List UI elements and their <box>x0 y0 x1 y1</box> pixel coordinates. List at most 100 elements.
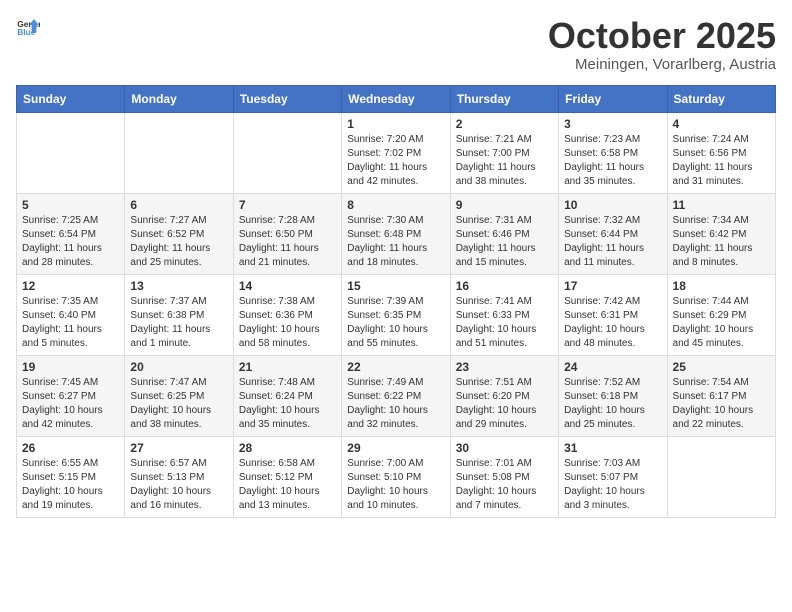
day-number: 29 <box>347 441 444 455</box>
day-number: 22 <box>347 360 444 374</box>
day-info: Sunrise: 7:54 AMSunset: 6:17 PMDaylight:… <box>673 376 770 432</box>
day-number: 23 <box>456 360 553 374</box>
day-number: 6 <box>130 198 227 212</box>
day-info: Sunrise: 7:27 AMSunset: 6:52 PMDaylight:… <box>130 214 227 270</box>
page-title: October 2025 <box>548 16 776 56</box>
day-info: Sunrise: 7:52 AMSunset: 6:18 PMDaylight:… <box>564 376 661 432</box>
calendar-cell: 13 Sunrise: 7:37 AMSunset: 6:38 PMDayligh… <box>125 274 233 355</box>
day-number: 1 <box>347 117 444 131</box>
day-info: Sunrise: 7:48 AMSunset: 6:24 PMDaylight:… <box>239 376 336 432</box>
day-info: Sunrise: 7:45 AMSunset: 6:27 PMDaylight:… <box>22 376 119 432</box>
day-info: Sunrise: 7:01 AMSunset: 5:08 PMDaylight:… <box>456 457 553 513</box>
weekday-header: Wednesday <box>342 85 450 112</box>
title-block: October 2025 Meiningen, Vorarlberg, Aust… <box>548 16 776 73</box>
day-number: 20 <box>130 360 227 374</box>
calendar-week-row: 1 Sunrise: 7:20 AMSunset: 7:02 PMDaylight… <box>17 112 776 193</box>
calendar-cell: 21 Sunrise: 7:48 AMSunset: 6:24 PMDayligh… <box>233 355 341 436</box>
day-info: Sunrise: 7:41 AMSunset: 6:33 PMDaylight:… <box>456 295 553 351</box>
day-info: Sunrise: 7:51 AMSunset: 6:20 PMDaylight:… <box>456 376 553 432</box>
calendar-cell <box>125 112 233 193</box>
day-info: Sunrise: 7:25 AMSunset: 6:54 PMDaylight:… <box>22 214 119 270</box>
calendar-cell: 2Sunrise: 7:21 AMSunset: 7:00 PMDaylight… <box>450 112 558 193</box>
page-header: General Blue October 2025 Meiningen, Vor… <box>16 16 776 73</box>
calendar-cell: 16 Sunrise: 7:41 AMSunset: 6:33 PMDayligh… <box>450 274 558 355</box>
calendar-cell: 5 Sunrise: 7:25 AMSunset: 6:54 PMDaylight… <box>17 193 125 274</box>
logo-icon: General Blue <box>16 16 40 40</box>
calendar-cell: 6 Sunrise: 7:27 AMSunset: 6:52 PMDaylight… <box>125 193 233 274</box>
day-info: Sunrise: 7:32 AMSunset: 6:44 PMDaylight:… <box>564 214 661 270</box>
day-number: 18 <box>673 279 770 293</box>
day-info: Sunrise: 7:44 AMSunset: 6:29 PMDaylight:… <box>673 295 770 351</box>
day-info: Sunrise: 7:00 AMSunset: 5:10 PMDaylight:… <box>347 457 444 513</box>
calendar-cell: 11Sunrise: 7:34 AMSunset: 6:42 PMDayligh… <box>667 193 775 274</box>
page-subtitle: Meiningen, Vorarlberg, Austria <box>548 56 776 73</box>
day-number: 19 <box>22 360 119 374</box>
day-number: 14 <box>239 279 336 293</box>
day-number: 10 <box>564 198 661 212</box>
day-number: 13 <box>130 279 227 293</box>
calendar-cell: 7 Sunrise: 7:28 AMSunset: 6:50 PMDaylight… <box>233 193 341 274</box>
calendar-cell: 4Sunrise: 7:24 AMSunset: 6:56 PMDaylight… <box>667 112 775 193</box>
day-number: 3 <box>564 117 661 131</box>
day-number: 24 <box>564 360 661 374</box>
calendar-cell: 29 Sunrise: 7:00 AMSunset: 5:10 PMDayligh… <box>342 436 450 517</box>
day-number: 9 <box>456 198 553 212</box>
calendar-cell: 31 Sunrise: 7:03 AMSunset: 5:07 PMDayligh… <box>559 436 667 517</box>
weekday-header: Friday <box>559 85 667 112</box>
day-number: 25 <box>673 360 770 374</box>
calendar-cell: 1 Sunrise: 7:20 AMSunset: 7:02 PMDaylight… <box>342 112 450 193</box>
day-number: 31 <box>564 441 661 455</box>
day-info: Sunrise: 7:20 AMSunset: 7:02 PMDaylight:… <box>347 133 444 189</box>
day-number: 21 <box>239 360 336 374</box>
calendar-cell: 19 Sunrise: 7:45 AMSunset: 6:27 PMDayligh… <box>17 355 125 436</box>
day-info: Sunrise: 7:35 AMSunset: 6:40 PMDaylight:… <box>22 295 119 351</box>
day-info: Sunrise: 6:57 AMSunset: 5:13 PMDaylight:… <box>130 457 227 513</box>
calendar-cell: 18 Sunrise: 7:44 AMSunset: 6:29 PMDayligh… <box>667 274 775 355</box>
calendar-cell <box>17 112 125 193</box>
calendar-cell: 20Sunrise: 7:47 AMSunset: 6:25 PMDayligh… <box>125 355 233 436</box>
day-info: Sunrise: 7:37 AMSunset: 6:38 PMDaylight:… <box>130 295 227 351</box>
day-info: Sunrise: 7:42 AMSunset: 6:31 PMDaylight:… <box>564 295 661 351</box>
calendar-table: SundayMondayTuesdayWednesdayThursdayFrid… <box>16 85 776 518</box>
day-number: 11 <box>673 198 770 212</box>
calendar-cell: 17 Sunrise: 7:42 AMSunset: 6:31 PMDayligh… <box>559 274 667 355</box>
day-info: Sunrise: 7:30 AMSunset: 6:48 PMDaylight:… <box>347 214 444 270</box>
calendar-cell <box>667 436 775 517</box>
calendar-cell: 9 Sunrise: 7:31 AMSunset: 6:46 PMDaylight… <box>450 193 558 274</box>
day-number: 7 <box>239 198 336 212</box>
day-number: 15 <box>347 279 444 293</box>
calendar-cell: 10 Sunrise: 7:32 AMSunset: 6:44 PMDayligh… <box>559 193 667 274</box>
calendar-cell: 12Sunrise: 7:35 AMSunset: 6:40 PMDayligh… <box>17 274 125 355</box>
day-info: Sunrise: 7:31 AMSunset: 6:46 PMDaylight:… <box>456 214 553 270</box>
weekday-header: Monday <box>125 85 233 112</box>
day-number: 27 <box>130 441 227 455</box>
calendar-cell <box>233 112 341 193</box>
calendar-cell: 23 Sunrise: 7:51 AMSunset: 6:20 PMDayligh… <box>450 355 558 436</box>
day-info: Sunrise: 7:03 AMSunset: 5:07 PMDaylight:… <box>564 457 661 513</box>
calendar-cell: 30Sunrise: 7:01 AMSunset: 5:08 PMDayligh… <box>450 436 558 517</box>
logo: General Blue <box>16 16 40 40</box>
weekday-header-row: SundayMondayTuesdayWednesdayThursdayFrid… <box>17 85 776 112</box>
calendar-week-row: 19 Sunrise: 7:45 AMSunset: 6:27 PMDayligh… <box>17 355 776 436</box>
weekday-header: Sunday <box>17 85 125 112</box>
day-info: Sunrise: 7:23 AMSunset: 6:58 PMDaylight:… <box>564 133 661 189</box>
calendar-cell: 25 Sunrise: 7:54 AMSunset: 6:17 PMDayligh… <box>667 355 775 436</box>
day-info: Sunrise: 7:21 AMSunset: 7:00 PMDaylight:… <box>456 133 553 189</box>
calendar-week-row: 12Sunrise: 7:35 AMSunset: 6:40 PMDayligh… <box>17 274 776 355</box>
weekday-header: Tuesday <box>233 85 341 112</box>
day-number: 28 <box>239 441 336 455</box>
calendar-cell: 26Sunrise: 6:55 AMSunset: 5:15 PMDayligh… <box>17 436 125 517</box>
day-info: Sunrise: 6:58 AMSunset: 5:12 PMDaylight:… <box>239 457 336 513</box>
day-number: 16 <box>456 279 553 293</box>
day-number: 17 <box>564 279 661 293</box>
day-number: 26 <box>22 441 119 455</box>
day-number: 5 <box>22 198 119 212</box>
calendar-cell: 28 Sunrise: 6:58 AMSunset: 5:12 PMDayligh… <box>233 436 341 517</box>
day-info: Sunrise: 7:24 AMSunset: 6:56 PMDaylight:… <box>673 133 770 189</box>
day-info: Sunrise: 7:49 AMSunset: 6:22 PMDaylight:… <box>347 376 444 432</box>
day-number: 8 <box>347 198 444 212</box>
weekday-header: Saturday <box>667 85 775 112</box>
day-info: Sunrise: 7:38 AMSunset: 6:36 PMDaylight:… <box>239 295 336 351</box>
calendar-week-row: 26Sunrise: 6:55 AMSunset: 5:15 PMDayligh… <box>17 436 776 517</box>
day-info: Sunrise: 7:28 AMSunset: 6:50 PMDaylight:… <box>239 214 336 270</box>
